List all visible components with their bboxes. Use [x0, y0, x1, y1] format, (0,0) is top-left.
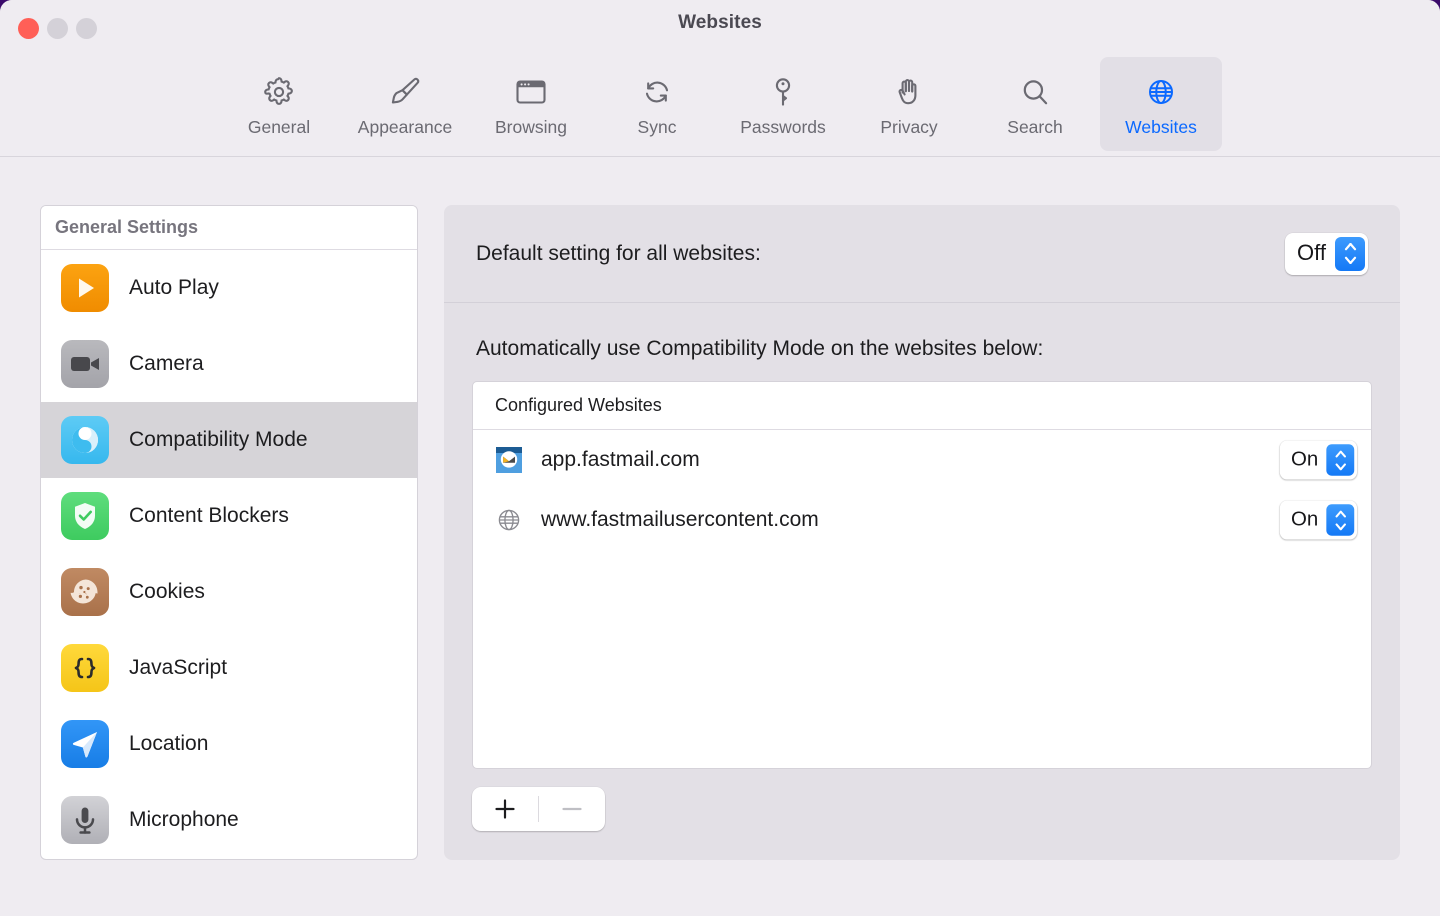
search-icon: [1015, 69, 1055, 115]
sidebar-item-camera[interactable]: Camera: [41, 326, 417, 402]
sidebar-item-javascript[interactable]: JavaScript: [41, 630, 417, 706]
table-row-site: app.fastmail.com: [541, 448, 1256, 472]
toolbar-item-passwords-label: Passwords: [740, 117, 826, 138]
remove-website-button[interactable]: [539, 787, 605, 831]
sidebar-item-content-blockers-label: Content Blockers: [129, 504, 289, 528]
default-setting-label: Default setting for all websites:: [476, 242, 1285, 266]
toolbar-item-browsing[interactable]: Browsing: [470, 57, 592, 151]
sidebar-item-compatibility-mode-label: Compatibility Mode: [129, 428, 308, 452]
settings-detail-pane: Default setting for all websites: Off Au…: [444, 205, 1400, 860]
table-row-popup-button[interactable]: On: [1279, 440, 1357, 479]
sync-icon: [637, 69, 677, 115]
hand-icon: [889, 69, 929, 115]
table-row-value: On: [1291, 449, 1318, 471]
cookies-icon: [61, 568, 109, 616]
camera-icon: [61, 340, 109, 388]
toolbar-item-general[interactable]: General: [218, 57, 340, 151]
sidebar-item-microphone-label: Microphone: [129, 808, 239, 832]
key-icon: [763, 69, 803, 115]
fastmail-favicon: [495, 446, 523, 474]
sidebar-item-auto-play-label: Auto Play: [129, 276, 219, 300]
microphone-icon: [61, 796, 109, 844]
table-action-buttons: [444, 769, 1400, 831]
toolbar-item-appearance[interactable]: Appearance: [344, 57, 466, 151]
gear-icon: [259, 69, 299, 115]
add-remove-segmented-control: [472, 787, 605, 831]
sidebar-header: General Settings: [41, 206, 417, 250]
globe-icon: [1141, 69, 1181, 115]
globe-favicon: [495, 506, 523, 534]
default-setting-value: Off: [1297, 242, 1326, 266]
sidebar-item-camera-label: Camera: [129, 352, 204, 376]
toolbar-item-browsing-label: Browsing: [495, 117, 567, 138]
add-website-button[interactable]: [472, 787, 538, 831]
toolbar-item-passwords[interactable]: Passwords: [722, 57, 844, 151]
sidebar-item-location-label: Location: [129, 732, 208, 756]
default-setting-row: Default setting for all websites: Off: [444, 205, 1400, 303]
javascript-icon: [61, 644, 109, 692]
sidebar-item-content-blockers[interactable]: Content Blockers: [41, 478, 417, 554]
sidebar-item-microphone[interactable]: Microphone: [41, 782, 417, 858]
toolbar-item-search[interactable]: Search: [974, 57, 1096, 151]
toolbar-item-sync[interactable]: Sync: [596, 57, 718, 151]
preferences-toolbar: General Appearance Browsi: [0, 55, 1440, 157]
preferences-content: General Settings Auto Play Camera: [0, 157, 1440, 916]
sidebar-item-cookies-label: Cookies: [129, 580, 205, 604]
sidebar-item-location[interactable]: Location: [41, 706, 417, 782]
chevron-updown-icon: [1326, 444, 1354, 476]
table-row-popup-button[interactable]: On: [1279, 500, 1357, 539]
table-row-site: www.fastmailusercontent.com: [541, 508, 1256, 532]
sidebar-item-auto-play[interactable]: Auto Play: [41, 250, 417, 326]
toolbar-item-appearance-label: Appearance: [358, 117, 452, 138]
chevron-updown-icon: [1335, 237, 1365, 271]
settings-sidebar: General Settings Auto Play Camera: [40, 205, 418, 860]
sidebar-item-javascript-label: JavaScript: [129, 656, 227, 680]
window-icon: [511, 69, 551, 115]
table-row-value: On: [1291, 509, 1318, 531]
sidebar-item-compatibility-mode[interactable]: Compatibility Mode: [41, 402, 417, 478]
configured-websites-table: Configured Websites app.fastmail.com: [472, 381, 1372, 769]
table-row[interactable]: www.fastmailusercontent.com On: [473, 490, 1371, 550]
auto-play-icon: [61, 264, 109, 312]
toolbar-item-privacy[interactable]: Privacy: [848, 57, 970, 151]
default-setting-popup-button[interactable]: Off: [1285, 233, 1368, 275]
toolbar-item-general-label: General: [248, 117, 310, 138]
table-row[interactable]: app.fastmail.com On: [473, 430, 1371, 490]
toolbar-item-privacy-label: Privacy: [880, 117, 937, 138]
table-column-header: Configured Websites: [473, 382, 1371, 430]
preferences-window: Websites General Appearance: [0, 0, 1440, 916]
auto-compatibility-label: Automatically use Compatibility Mode on …: [444, 303, 1400, 381]
window-title: Websites: [0, 12, 1440, 34]
titlebar: Websites: [0, 0, 1440, 55]
compatibility-mode-icon: [61, 416, 109, 464]
chevron-updown-icon: [1326, 504, 1354, 536]
content-blockers-icon: [61, 492, 109, 540]
sidebar-item-cookies[interactable]: Cookies: [41, 554, 417, 630]
paintbrush-icon: [385, 69, 425, 115]
location-icon: [61, 720, 109, 768]
toolbar-item-search-label: Search: [1007, 117, 1062, 138]
toolbar-item-websites-label: Websites: [1125, 117, 1197, 138]
toolbar-item-websites[interactable]: Websites: [1100, 57, 1222, 151]
toolbar-item-sync-label: Sync: [638, 117, 677, 138]
